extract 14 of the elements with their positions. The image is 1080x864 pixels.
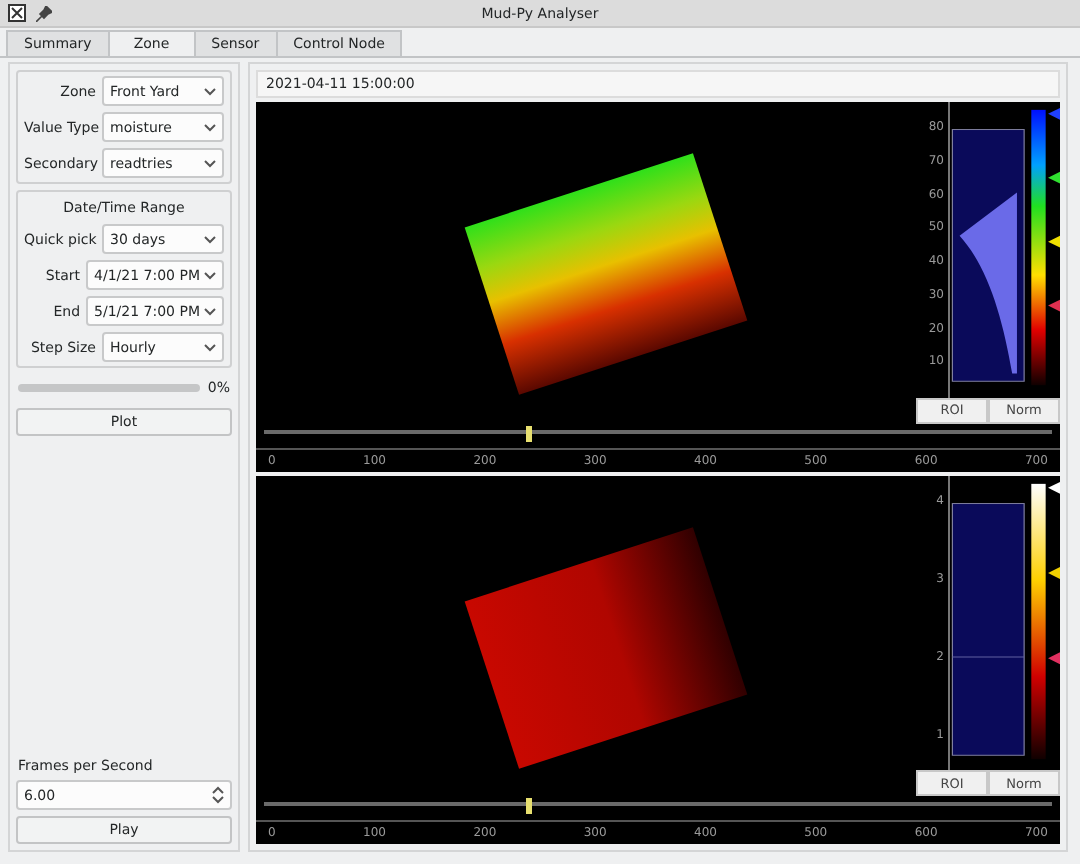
chevron-icon bbox=[204, 343, 216, 351]
timeline-track[interactable] bbox=[264, 429, 1052, 447]
chevron-icon bbox=[204, 87, 216, 95]
chevron-icon bbox=[204, 123, 216, 131]
chevron-icon bbox=[204, 235, 216, 243]
chevron-icon bbox=[204, 271, 216, 279]
spin-arrows-icon bbox=[212, 786, 224, 804]
chevron-icon bbox=[204, 307, 216, 315]
timeline-handle[interactable] bbox=[525, 425, 532, 441]
chevron-icon bbox=[204, 159, 216, 167]
app-icon bbox=[8, 4, 26, 22]
pin-icon[interactable] bbox=[36, 5, 52, 21]
timeline-track[interactable] bbox=[264, 802, 1052, 820]
timeline-handle[interactable] bbox=[525, 798, 532, 814]
